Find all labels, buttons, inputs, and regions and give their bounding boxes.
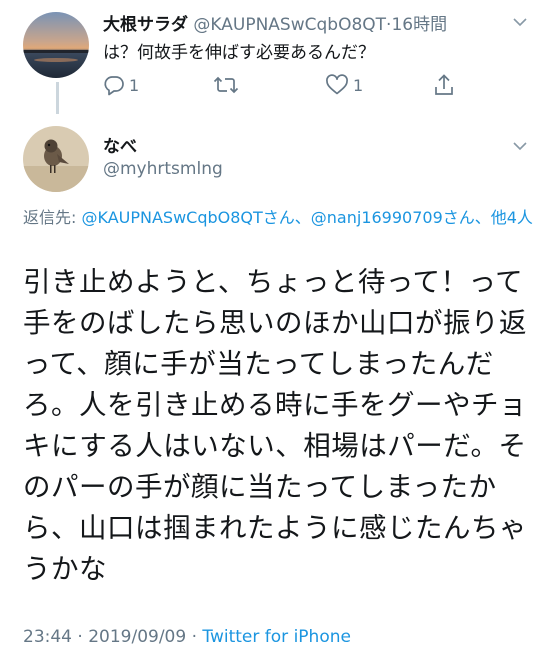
parent-tweet[interactable]: 大根サラダ @KAUPNASwCqbO8QT·16時間 は？何故手を伸ばす必要あ… [0, 0, 550, 114]
parent-time[interactable]: 16時間 [391, 15, 447, 35]
parent-tweet-actions: 1 1 [103, 72, 463, 100]
parent-tweet-header: 大根サラダ @KAUPNASwCqbO8QT·16時間 [103, 10, 447, 35]
tweet-timestamp[interactable]: 23:44 · 2019/09/09 · [23, 627, 202, 647]
like-button[interactable]: 1 [325, 72, 363, 98]
chevron-down-icon[interactable] [513, 17, 527, 29]
reply-to-line: 返信先: @KAUPNASwCqbO8QTさん、@nanj16990709さん、… [23, 204, 533, 232]
tweet-footer: 23:44 · 2019/09/09 · Twitter for iPhone [23, 627, 351, 647]
thread-line [56, 82, 59, 114]
reply-icon [103, 74, 125, 96]
tweet-source[interactable]: Twitter for iPhone [202, 627, 351, 647]
reply-to-links[interactable]: @KAUPNASwCqbO8QTさん、@nanj16990709さん、他4人 [81, 208, 532, 227]
chevron-down-icon[interactable] [513, 141, 527, 153]
parent-display-name[interactable]: 大根サラダ [103, 15, 188, 35]
reply-to-label: 返信先: [23, 208, 82, 227]
retweet-button[interactable] [213, 72, 239, 98]
parent-tweet-text: は？何故手を伸ばす必要あるんだ？ [103, 43, 375, 63]
main-tweet-text: 引き止めようと、ちょっと待って！って手をのばしたら思いのほか山口が振り返って、顔… [23, 266, 527, 585]
main-display-name[interactable]: なべ [103, 132, 137, 157]
share-button[interactable] [433, 72, 455, 98]
avatar-main[interactable] [23, 126, 89, 192]
retweet-icon [213, 74, 239, 96]
parent-handle[interactable]: @KAUPNASwCqbO8QT [193, 15, 386, 35]
like-icon [325, 74, 349, 96]
avatar-parent[interactable] [23, 12, 89, 78]
main-handle[interactable]: @myhrtsmlng [103, 159, 223, 179]
share-icon [433, 73, 455, 97]
reply-button[interactable]: 1 [103, 72, 139, 98]
like-count: 1 [353, 75, 364, 95]
reply-count: 1 [129, 75, 140, 95]
